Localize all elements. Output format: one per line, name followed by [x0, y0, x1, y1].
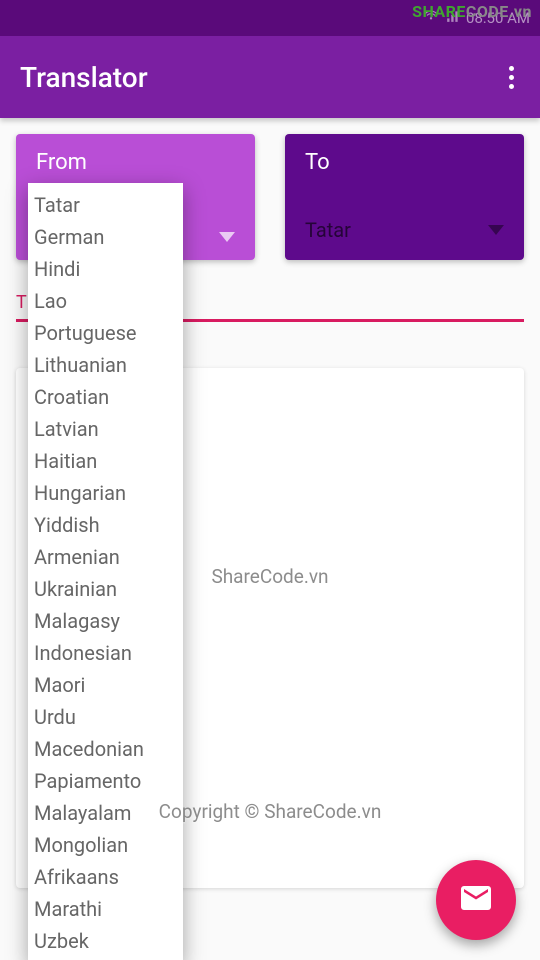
dropdown-item[interactable]: Mongolian — [28, 829, 183, 861]
dropdown-item[interactable]: Malayalam — [28, 797, 183, 829]
dropdown-item[interactable]: Papiamento — [28, 765, 183, 797]
input-hint: T — [16, 292, 27, 313]
chevron-down-icon — [219, 232, 235, 242]
dropdown-item[interactable]: Armenian — [28, 541, 183, 573]
mail-icon — [458, 880, 494, 920]
status-bar: 08:50 AM SHARECODE.vn — [0, 0, 540, 36]
dropdown-item[interactable]: Indonesian — [28, 637, 183, 669]
page-title: Translator — [20, 61, 148, 94]
dropdown-item[interactable]: Hungarian — [28, 477, 183, 509]
app-bar: Translator — [0, 36, 540, 118]
chevron-down-icon — [488, 225, 504, 235]
dropdown-item[interactable]: Uzbek — [28, 925, 183, 957]
from-label: From — [36, 150, 235, 175]
dropdown-item[interactable]: Yiddish — [28, 509, 183, 541]
dropdown-item[interactable]: Latvian — [28, 413, 183, 445]
dropdown-item[interactable]: Maori — [28, 669, 183, 701]
dropdown-item[interactable]: Marathi — [28, 893, 183, 925]
more-options-button[interactable] — [503, 60, 520, 95]
dropdown-item[interactable]: Afrikaans — [28, 861, 183, 893]
dropdown-item[interactable]: Malagasy — [28, 605, 183, 637]
to-language-card[interactable]: To Tatar — [285, 134, 524, 260]
dropdown-item[interactable]: Hindi — [28, 253, 183, 285]
from-language-dropdown[interactable]: TatarGermanHindiLaoPortugueseLithuanianC… — [28, 183, 183, 960]
dropdown-item[interactable]: German — [28, 221, 183, 253]
dropdown-item[interactable]: Lao — [28, 285, 183, 317]
dropdown-item[interactable]: Portuguese — [28, 317, 183, 349]
dropdown-item[interactable]: Haitian — [28, 445, 183, 477]
dropdown-item[interactable]: Urdu — [28, 701, 183, 733]
dropdown-item[interactable]: Lithuanian — [28, 349, 183, 381]
dropdown-item[interactable]: Croatian — [28, 381, 183, 413]
to-label: To — [305, 150, 504, 175]
to-value: Tatar — [305, 218, 351, 242]
dropdown-item[interactable]: Tatar — [28, 189, 183, 221]
watermark-logo: SHARECODE.vn — [412, 2, 532, 21]
send-fab[interactable] — [436, 860, 516, 940]
dropdown-item[interactable]: Ukrainian — [28, 573, 183, 605]
content-area: From To Tatar T TatarGermanHindiLaoPortu… — [0, 118, 540, 960]
dropdown-item[interactable]: Macedonian — [28, 733, 183, 765]
